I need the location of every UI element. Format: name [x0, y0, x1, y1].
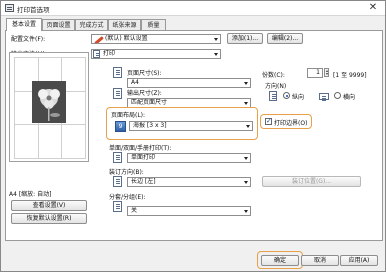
page-layout-value: 海报 [3 x 3]: [133, 122, 167, 129]
print-borders-label: 打印边界(O): [274, 120, 308, 127]
printer-app-icon: [5, 4, 14, 12]
flower-image-icon: [32, 81, 66, 123]
chevron-down-icon: [214, 38, 218, 41]
page-size-icon: [113, 67, 122, 78]
binding-label: 装订方向(B):: [109, 169, 144, 176]
portrait-label: 纵向: [292, 94, 305, 101]
collate-select[interactable]: 关: [127, 206, 251, 216]
apply-button[interactable]: 应用(A): [340, 255, 378, 266]
output-size-icon: [113, 88, 122, 99]
copies-input[interactable]: 1: [307, 68, 323, 78]
chevron-down-icon: [244, 157, 248, 160]
landscape-radio[interactable]: [334, 92, 341, 99]
tab-label: 质量: [147, 22, 160, 29]
preview-caption: A4 [缩放: 自动]: [9, 191, 52, 198]
output-size-label: 输出尺寸(Z):: [127, 90, 162, 97]
chevron-down-icon: [244, 210, 248, 213]
print-preferences-dialog: 打印首选项 ✕ 基本设置 页面设置 完成方式 纸张来源 质量 配置文件(F): …: [0, 0, 386, 272]
copies-stepper[interactable]: [324, 68, 329, 77]
single-sided-icon: [113, 152, 122, 163]
landscape-page-icon: [319, 93, 329, 100]
tab-label: 完成方式: [79, 22, 104, 29]
window-title: 打印首选项: [17, 6, 50, 14]
chevron-down-icon: [244, 181, 248, 184]
add-profile-button[interactable]: 添加(1)...: [227, 33, 263, 44]
copies-range: [1 至 9999]: [333, 72, 367, 79]
view-settings-button[interactable]: 查看设置(V): [11, 200, 87, 211]
portrait-radio[interactable]: [283, 92, 290, 99]
duplex-select[interactable]: 单面打印: [127, 153, 251, 163]
copies-value: 1: [316, 69, 320, 76]
tab-label: 页面设置: [46, 22, 71, 29]
title-bar: 打印首选项 ✕: [1, 1, 385, 16]
duplex-label: 单面/双面/手册打印(T):: [109, 145, 172, 152]
close-icon[interactable]: ✕: [367, 2, 379, 14]
chevron-down-icon: [246, 125, 250, 128]
landscape-label: 横向: [343, 94, 356, 101]
tab-basic-settings[interactable]: 基本设置: [6, 18, 42, 31]
output-size-value: 匹配页面尺寸: [131, 99, 168, 106]
orientation-label: 方向(N): [265, 83, 287, 90]
collate-icon: [113, 201, 122, 212]
page-preview: [9, 52, 89, 162]
page-layout-select[interactable]: 海报 [3 x 3]: [129, 121, 253, 131]
output-method-select[interactable]: 打印: [91, 49, 221, 59]
page-size-select[interactable]: A4: [127, 78, 251, 88]
edit-profile-button[interactable]: 编辑(2)...: [267, 33, 303, 44]
chevron-down-icon: [244, 82, 248, 85]
profile-select[interactable]: (默认) 默认设置: [91, 34, 221, 44]
copies-label: 份数(C):: [262, 72, 285, 79]
cancel-button[interactable]: 取消: [301, 255, 339, 266]
page-layout-label: 页面布局(L):: [111, 112, 146, 119]
page-size-value: A4: [131, 79, 139, 86]
profile-label: 配置文件(F):: [11, 36, 46, 43]
binding-location-button[interactable]: 装订位置(G)...: [262, 176, 361, 187]
page-size-label: 页面尺寸(S):: [127, 70, 162, 77]
binding-edge-icon: [113, 176, 122, 187]
printer-icon: [93, 50, 100, 58]
print-borders-checkbox[interactable]: [265, 117, 272, 125]
ok-button[interactable]: 确定: [261, 255, 299, 266]
tab-label: 基本设置: [11, 21, 36, 28]
restore-defaults-button[interactable]: 恢复默认设置(R): [11, 213, 87, 224]
duplex-value: 单面打印: [131, 154, 156, 161]
chevron-down-icon: [214, 53, 218, 56]
tab-label: 纸张来源: [112, 22, 137, 29]
portrait-page-icon: [269, 91, 277, 101]
chevron-down-icon: [244, 102, 248, 105]
collate-label: 分套/分组(E):: [109, 194, 146, 201]
collate-value: 关: [131, 207, 138, 214]
poster-layout-icon: 9: [115, 121, 126, 132]
binding-value: 长边 [左]: [131, 178, 156, 185]
binding-select[interactable]: 长边 [左]: [127, 177, 251, 187]
